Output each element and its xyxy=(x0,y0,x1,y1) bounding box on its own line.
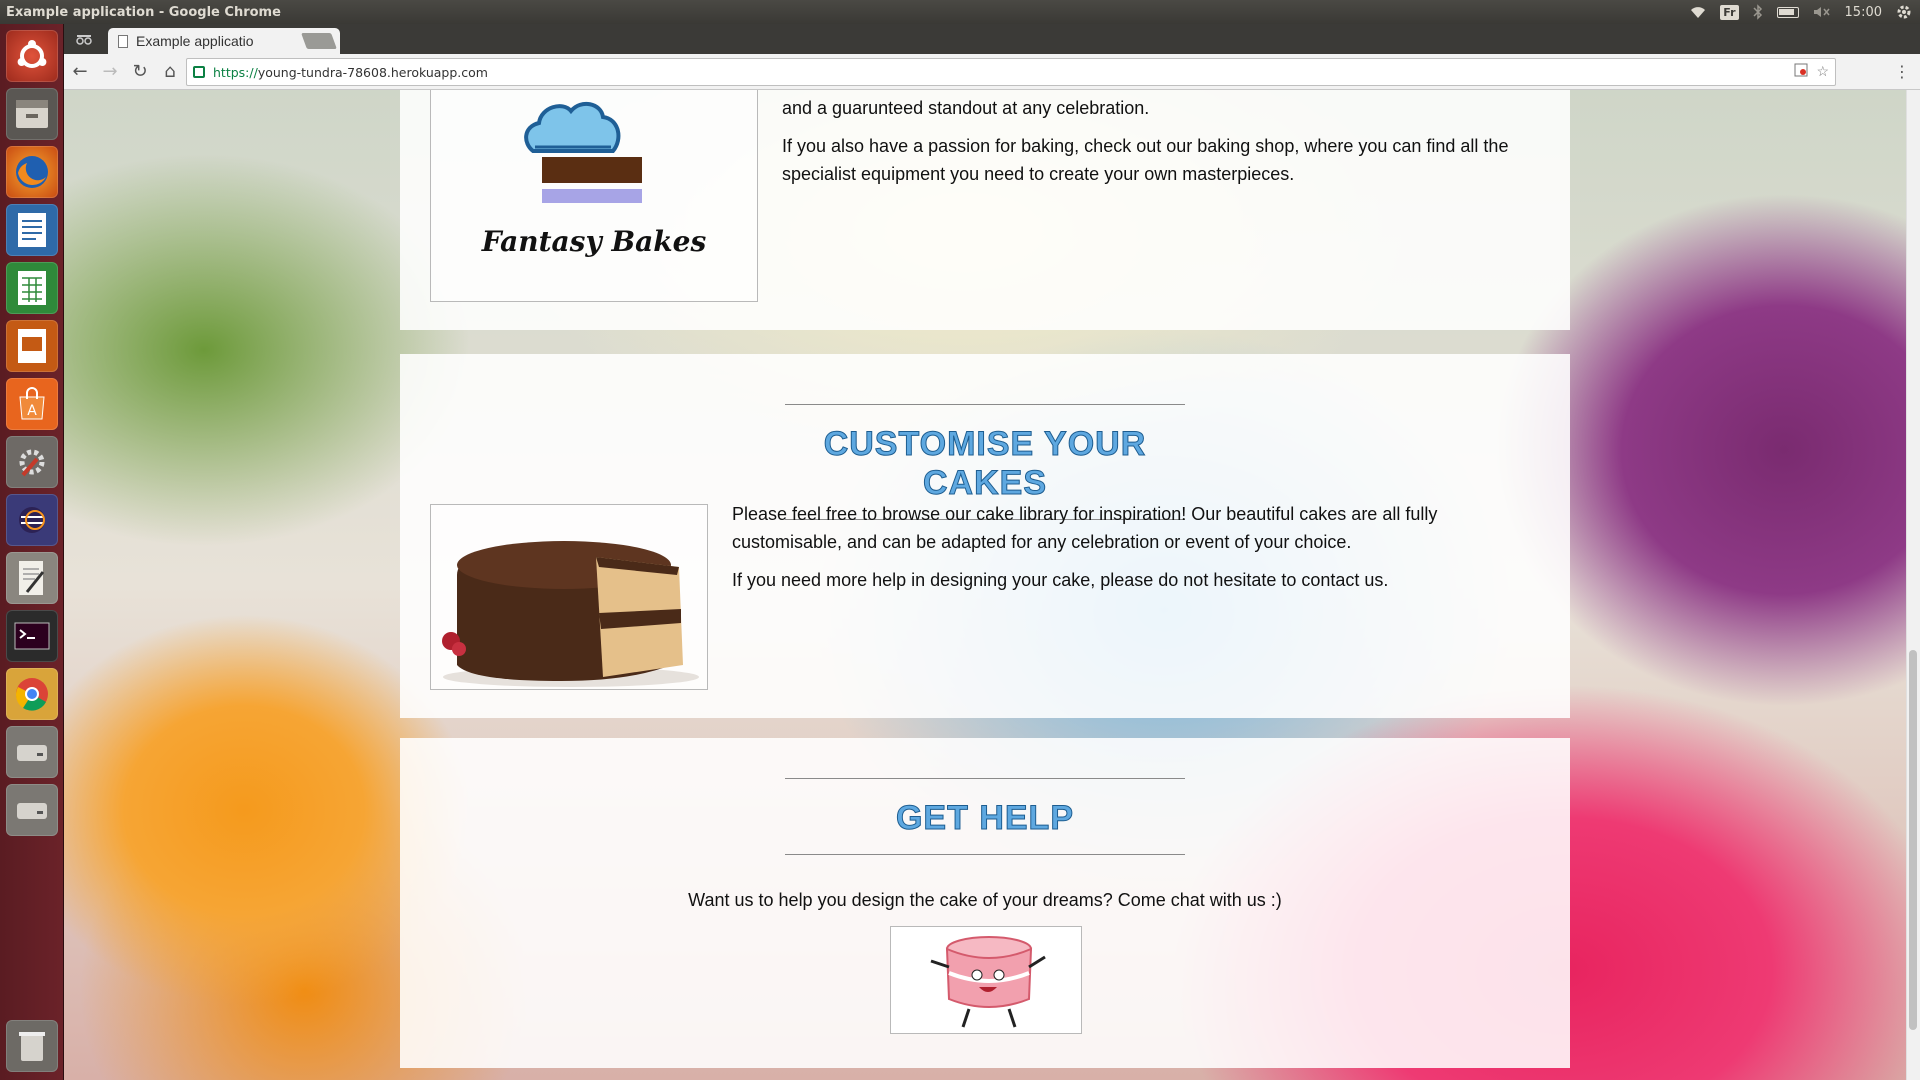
chrome-icon[interactable] xyxy=(6,668,58,720)
help-section: GET HELP Want us to help you design the … xyxy=(400,738,1570,1068)
section-title: CUSTOMISE YOUR CAKES xyxy=(823,425,1147,503)
clock[interactable]: 15:00 xyxy=(1845,5,1882,20)
window-title: Example application - Google Chrome xyxy=(6,4,281,20)
tab-strip: Example applicatio × xyxy=(64,24,1920,54)
impress-icon[interactable] xyxy=(6,320,58,372)
svg-text:A: A xyxy=(27,403,37,419)
page-scrollbar[interactable] xyxy=(1906,90,1920,1080)
system-tray: Fr 15:00 xyxy=(1690,0,1912,24)
browser-toolbar: ← → ↻ ⌂ https://young-tundra-78608.herok… xyxy=(64,54,1920,90)
about-paragraph: and a guarunteed standout at any celebra… xyxy=(782,98,1150,118)
customise-text: Please feel free to browse our cake libr… xyxy=(732,500,1552,604)
blocked-popup-icon[interactable] xyxy=(1794,63,1808,77)
writer-icon[interactable] xyxy=(6,204,58,256)
volume-muted-icon[interactable] xyxy=(1813,5,1831,19)
help-heading: GET HELP xyxy=(785,778,1185,855)
about-paragraph: If you also have a passion for baking, c… xyxy=(782,136,1509,184)
tab-label: Example applicatio xyxy=(136,33,254,49)
session-gear-icon[interactable] xyxy=(1896,4,1912,20)
terminal-icon[interactable] xyxy=(6,610,58,662)
forward-button[interactable]: → xyxy=(96,58,124,86)
section-title: GET HELP xyxy=(895,799,1075,838)
trash-icon[interactable] xyxy=(6,1020,58,1072)
new-tab-button[interactable] xyxy=(301,33,337,49)
eclipse-icon[interactable] xyxy=(6,494,58,546)
logo-text: Fantasy Bakes xyxy=(481,225,707,258)
chrome-menu-button[interactable]: ⋮ xyxy=(1894,62,1910,81)
wifi-icon[interactable] xyxy=(1690,5,1706,19)
fantasy-bakes-logo: Fantasy Bakes xyxy=(481,101,707,258)
system-settings-icon[interactable] xyxy=(6,436,58,488)
url-text[interactable]: https://young-tundra-78608.herokuapp.com xyxy=(213,65,488,80)
drive-icon[interactable] xyxy=(6,784,58,836)
calc-icon[interactable] xyxy=(6,262,58,314)
ubuntu-launcher: A xyxy=(0,24,64,1080)
cake-image xyxy=(430,504,708,690)
bookmark-star-icon[interactable]: ☆ xyxy=(1816,63,1829,80)
ubuntu-logo-icon[interactable] xyxy=(6,30,58,82)
bluetooth-icon[interactable] xyxy=(1753,4,1763,20)
browser-window: Example applicatio × ← → ↻ ⌂ https://you… xyxy=(64,24,1920,1080)
firefox-icon[interactable] xyxy=(6,146,58,198)
customise-paragraph: If you need more help in designing your … xyxy=(732,570,1389,590)
software-center-icon[interactable]: A xyxy=(6,378,58,430)
divider xyxy=(785,404,1185,405)
files-icon[interactable] xyxy=(6,88,58,140)
back-button[interactable]: ← xyxy=(66,58,94,86)
reload-button[interactable]: ↻ xyxy=(126,58,154,86)
profile-icon[interactable] xyxy=(74,30,96,48)
drive-icon[interactable] xyxy=(6,726,58,778)
about-text: and a guarunteed standout at any celebra… xyxy=(782,94,1542,198)
system-top-panel: Example application - Google Chrome Fr 1… xyxy=(0,0,1920,24)
scrollbar-thumb[interactable] xyxy=(1909,650,1917,1030)
chat-cake-mascot-image[interactable] xyxy=(890,926,1082,1034)
about-section: Fantasy Bakes and a guarunteed standout … xyxy=(400,90,1570,330)
address-bar[interactable]: https://young-tundra-78608.herokuapp.com… xyxy=(186,58,1836,86)
divider xyxy=(785,778,1185,779)
customise-section: CUSTOMISE YOUR CAKES Please feel free to… xyxy=(400,354,1570,718)
help-text: Want us to help you design the cake of y… xyxy=(688,890,1282,910)
page-viewport: Fantasy Bakes and a guarunteed standout … xyxy=(64,90,1920,1080)
home-button[interactable]: ⌂ xyxy=(156,58,184,86)
divider xyxy=(785,854,1185,855)
logo-frame: Fantasy Bakes xyxy=(430,90,758,302)
secure-lock-icon[interactable] xyxy=(193,66,205,78)
battery-icon[interactable] xyxy=(1776,6,1799,18)
page-favicon-icon xyxy=(118,34,128,48)
customise-paragraph: Please feel free to browse our cake libr… xyxy=(732,504,1438,552)
text-editor-icon[interactable] xyxy=(6,552,58,604)
keyboard-layout-indicator[interactable]: Fr xyxy=(1720,4,1739,20)
